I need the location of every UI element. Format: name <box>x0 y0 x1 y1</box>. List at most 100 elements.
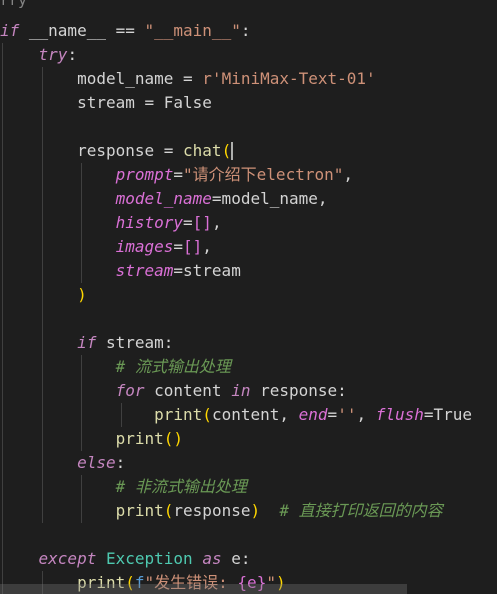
code-line[interactable]: print(response) # 直接打印返回的内容 <box>0 499 497 523</box>
code-line[interactable] <box>0 115 497 139</box>
indent-guide <box>2 307 3 331</box>
code-token: () <box>163 429 184 448</box>
code-line[interactable]: history=[], <box>0 211 497 235</box>
code-token: stream: <box>96 333 174 352</box>
code-token: __name__ == <box>19 21 145 40</box>
code-token: print <box>115 501 164 520</box>
previous-line-fragment: rry <box>0 0 497 12</box>
indent-guide <box>42 451 43 475</box>
code-token: r'MiniMax-Text-01' <box>202 69 376 88</box>
code-line[interactable]: if stream: <box>0 331 497 355</box>
indent-guide <box>42 403 43 427</box>
code-area[interactable]: if __name__ == "__main__": try: model_na… <box>0 19 497 594</box>
code-token: print <box>154 405 203 424</box>
indent-guide <box>42 91 43 115</box>
indent-guide <box>81 475 82 499</box>
code-line[interactable]: response = chat( <box>0 139 497 163</box>
indent-guide <box>2 547 3 571</box>
code-token: : <box>240 21 251 40</box>
indent-guide <box>2 211 3 235</box>
code-token: : <box>67 45 78 64</box>
code-line[interactable]: # 流式输出处理 <box>0 355 497 379</box>
code-line[interactable]: except Exception as e: <box>0 547 497 571</box>
indent-guide <box>81 211 82 235</box>
code-line[interactable]: prompt="请介绍下electron", <box>0 163 497 187</box>
code-token: , <box>211 213 222 232</box>
code-token: : <box>115 453 126 472</box>
code-line[interactable]: else: <box>0 451 497 475</box>
code-line[interactable]: stream = False <box>0 91 497 115</box>
indent-guide <box>121 403 122 427</box>
indent-guide <box>2 355 3 379</box>
code-line[interactable]: ) <box>0 283 497 307</box>
indent-guide <box>81 379 82 403</box>
indent-guide <box>2 283 3 307</box>
code-token: stream = False <box>0 93 212 112</box>
horizontal-scrollbar[interactable] <box>0 584 407 594</box>
code-token: response = <box>0 141 184 160</box>
code-editor[interactable]: rry if __name__ == "__main__": try: mode… <box>0 0 497 594</box>
code-line[interactable]: print() <box>0 427 497 451</box>
indent-guide <box>81 427 82 451</box>
indent-guide <box>42 115 43 139</box>
code-line[interactable]: for content in response: <box>0 379 497 403</box>
code-token: ( <box>163 501 174 520</box>
indent-guide <box>2 163 3 187</box>
code-token: ) <box>77 285 87 304</box>
indent-guide <box>2 235 3 259</box>
indent-guide <box>42 187 43 211</box>
code-token: model_name = <box>0 69 203 88</box>
code-token: content, <box>211 405 299 424</box>
code-token: , <box>356 405 376 424</box>
indent-guide <box>2 379 3 403</box>
indent-guide <box>42 331 43 355</box>
code-line[interactable]: model_name = r'MiniMax-Text-01' <box>0 67 497 91</box>
code-token: '' <box>337 405 357 424</box>
code-line[interactable]: try: <box>0 43 497 67</box>
indent-guide <box>2 523 3 547</box>
code-token: if <box>77 333 97 352</box>
indent-guide <box>42 499 43 523</box>
code-line[interactable]: print(content, end='', flush=True <box>0 403 497 427</box>
code-token: # 流式输出处理 <box>115 357 231 376</box>
indent-guide <box>81 235 82 259</box>
indent-guide <box>42 259 43 283</box>
code-line[interactable]: model_name=model_name, <box>0 187 497 211</box>
code-token: if <box>0 21 20 40</box>
code-token: , <box>202 237 212 256</box>
indent-guide <box>42 427 43 451</box>
indent-guide <box>81 355 82 379</box>
code-line[interactable]: if __name__ == "__main__": <box>0 19 497 43</box>
code-token: content <box>144 381 232 400</box>
code-line[interactable]: # 非流式输出处理 <box>0 475 497 499</box>
code-token: = <box>183 213 193 232</box>
code-line[interactable]: stream=stream <box>0 259 497 283</box>
indent-guide <box>2 331 3 355</box>
code-token: prompt <box>115 165 174 184</box>
code-line[interactable] <box>0 523 497 547</box>
code-line[interactable]: images=[], <box>0 235 497 259</box>
indent-guide <box>2 427 3 451</box>
code-token: ( <box>221 141 232 160</box>
code-token: [] <box>192 213 212 232</box>
code-token: response <box>173 501 251 520</box>
indent-guide <box>81 163 82 187</box>
code-token: flush <box>375 405 424 424</box>
code-token: for <box>115 381 145 400</box>
indent-guide <box>42 235 43 259</box>
text-cursor <box>231 142 234 160</box>
code-line[interactable] <box>0 307 497 331</box>
code-token: in <box>231 381 251 400</box>
indent-guide <box>42 67 43 91</box>
indent-guide <box>2 403 3 427</box>
code-token: =True <box>423 405 473 424</box>
